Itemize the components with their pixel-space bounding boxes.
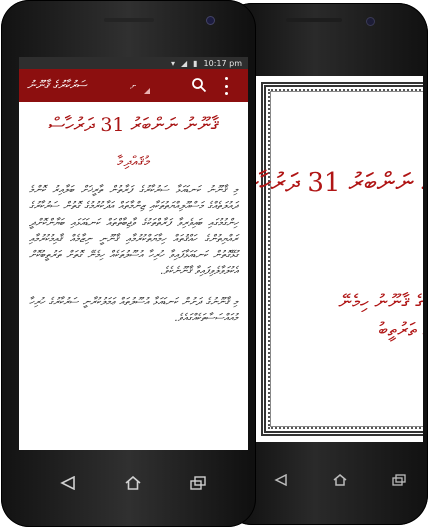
front-speaker — [104, 18, 154, 22]
paragraph-2: މި ޤާނޫނުގެ ދަށުން ކަނޑައަޅާ އުސޫލުތައް … — [29, 295, 238, 325]
back-icon — [59, 476, 75, 490]
back-icon — [274, 474, 288, 486]
dropdown-triangle-icon[interactable] — [144, 88, 150, 94]
status-time: 10:17 pm — [203, 58, 242, 68]
recents-icon — [190, 476, 207, 490]
status-bar: ▾ ◢ ▮ 10:17 pm — [19, 57, 248, 69]
section-heading: މުޤައްދިމާ — [117, 154, 150, 170]
ornamental-border — [261, 82, 423, 436]
back-phone-nav — [252, 465, 428, 495]
app-mark: ށ — [130, 81, 137, 92]
paragraph-1: މި ޤާނޫނު ކަނޑައަޅާ ސަރުކާރުގެ ފަރާތުން … — [29, 184, 238, 278]
home-icon — [333, 474, 347, 486]
back-subtitle-line-1: ސަރުކާރުގެ ޤާނޫނު ހިމެނޭ — [338, 291, 423, 313]
search-icon[interactable] — [191, 77, 207, 93]
back-screen-title: ޤާނޫނު ނަންބަރު 31 ދަރުހާސް — [255, 168, 423, 198]
signal-icon: ◢ — [180, 58, 188, 68]
nav-back-button[interactable] — [58, 475, 78, 491]
back-screen-subtitle: ސަރުކާރުގެ ޤާނޫނު ހިމެނޭ ހަމަޖެހުން ތަރު… — [269, 288, 423, 344]
more-vert-icon[interactable] — [222, 77, 230, 95]
app-title: ސަރުކާރުގެ ޤާނޫނު — [27, 78, 87, 92]
battery-icon: ▮ — [193, 58, 198, 68]
back-subtitle-line-2: ހަމަޖެހުން ތަރުތީބު — [378, 319, 423, 341]
front-screen: ▾ ◢ ▮ 10:17 pm ސަރުކާރުގެ ޤާނޫނު ށ ޤާނޫނ… — [19, 57, 248, 450]
back-screen: ޤާނޫނު ނަންބަރު 31 ދަރުހާސް ސަރުކާރުގެ ޤ… — [255, 76, 423, 442]
chapter-title: ޤާނޫނު ނަންބަރު 31 ދަރުހާސް — [48, 114, 219, 136]
nav-recents-button[interactable] — [188, 475, 208, 491]
back-camera — [366, 17, 375, 26]
app-bar: ސަރުކާރުގެ ޤާނޫނު ށ — [19, 69, 248, 102]
navigation-bar — [35, 468, 231, 498]
front-phone: ▾ ◢ ▮ 10:17 pm ސަރުކާރުގެ ޤާނޫނު ށ ޤާނޫނ… — [1, 0, 256, 527]
reader-content: ޤާނޫނު ނަންބަރު 31 ދަރުހާސް މުޤައްދިމާ މ… — [19, 102, 248, 450]
recents-icon — [391, 474, 406, 486]
home-icon — [125, 476, 141, 490]
front-camera — [206, 16, 215, 25]
back-speaker — [286, 18, 342, 22]
wifi-icon: ▾ — [170, 58, 175, 68]
nav-home-button[interactable] — [123, 475, 143, 491]
